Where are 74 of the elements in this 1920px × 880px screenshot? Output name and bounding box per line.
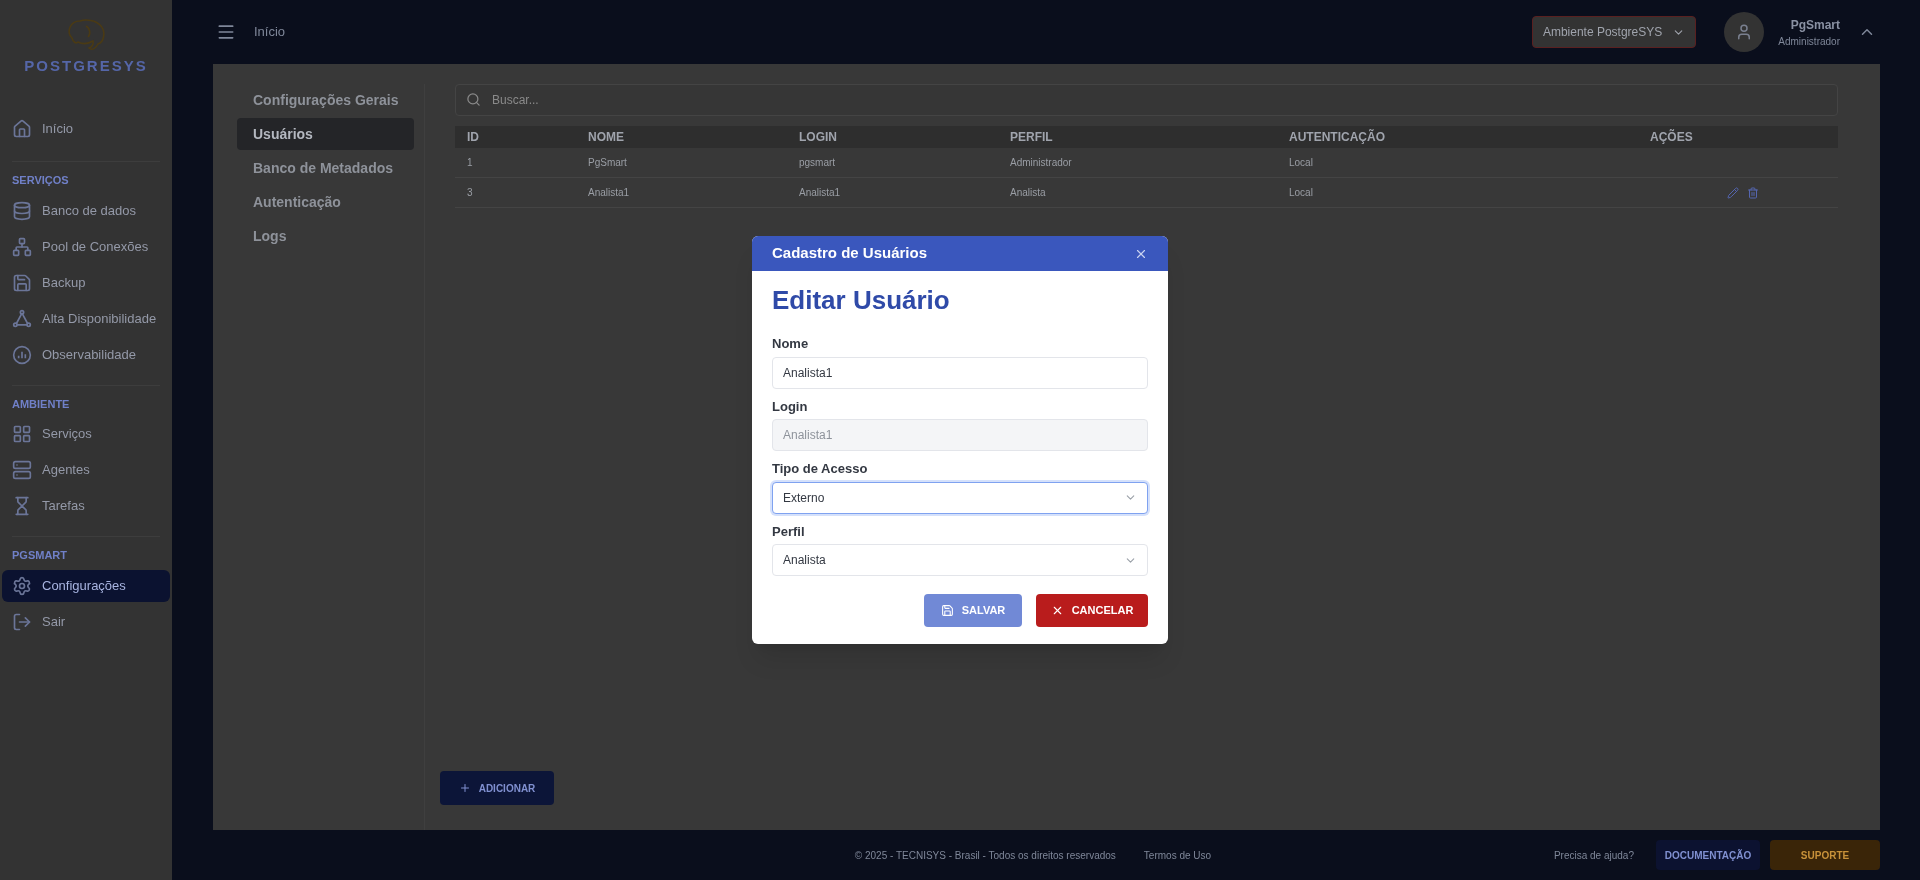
sidebar-item[interactable]: Observabilidade — [2, 338, 170, 371]
table-cell-text: 1 — [467, 156, 474, 170]
settings-tab[interactable]: Logs — [237, 220, 414, 252]
menu-icon[interactable] — [216, 22, 236, 42]
field-label: Perfil — [772, 522, 806, 541]
field-label: Login — [772, 397, 809, 416]
dialog-header-title: Cadastro de Usuários — [772, 243, 928, 264]
copyright-text: © 2025 - TECNISYS - Brasil - Todos os direitos reservados — [854, 848, 1116, 863]
user-name: PgSmart — [1790, 16, 1840, 34]
column-header: AÇÕES — [1650, 128, 1694, 146]
cancel-button[interactable]: CANCELAR — [1036, 594, 1148, 627]
column-header: LOGIN — [799, 129, 838, 146]
table-cell-text: 3 — [467, 186, 474, 200]
sidebar-item[interactable]: Alta Disponibilidade — [2, 302, 170, 335]
select-field[interactable]: Externo — [772, 481, 1148, 514]
terms-link[interactable]: Termos de Uso — [1143, 847, 1212, 863]
help-text: Precisa de ajuda? — [1553, 848, 1634, 863]
network-icon — [12, 236, 32, 257]
home-icon — [12, 119, 32, 139]
table-cell-text: Analista1 — [799, 186, 842, 200]
settings-tab[interactable]: Configurações Gerais — [237, 84, 414, 116]
edit-icon[interactable] — [1727, 186, 1739, 199]
plus-icon — [458, 782, 471, 794]
section-heading: PGSMART — [12, 548, 68, 563]
sidebar-item[interactable]: Pool de Conexões — [2, 230, 170, 263]
table-cell-text: Local — [1289, 186, 1314, 200]
hourglass-icon — [12, 496, 32, 516]
section-heading: AMBIENTE — [12, 396, 71, 412]
column-header: ID — [467, 129, 480, 146]
search-field[interactable]: Buscar... — [455, 84, 1838, 116]
support-button[interactable]: SUPORTE — [1770, 840, 1880, 870]
section-heading: SERVIÇOS — [12, 173, 70, 188]
field-label: Nome — [772, 335, 810, 353]
sidebar-item[interactable]: Serviços — [2, 418, 170, 450]
column-header: AUTENTICAÇÃO — [1289, 128, 1386, 146]
sidebar-item[interactable]: Banco de dados — [2, 194, 170, 227]
table-cell-text: Administrador — [1010, 156, 1073, 170]
table-cell-text: Analista1 — [588, 186, 631, 200]
bar-chart-icon — [12, 344, 32, 365]
triangle-nodes-icon — [12, 308, 32, 329]
table-cell-text: PgSmart — [588, 156, 628, 170]
table-cell-text: pgsmart — [799, 156, 837, 170]
settings-tab[interactable]: Usuários — [237, 118, 414, 150]
logo-text: POSTGRESYS — [24, 58, 148, 73]
grid-icon — [12, 424, 32, 444]
column-header: NOME — [588, 129, 625, 146]
add-button[interactable]: ADICIONAR — [440, 771, 554, 805]
dialog-title: Editar Usuário — [772, 284, 951, 317]
save-button[interactable]: SALVAR — [924, 594, 1022, 627]
sidebar-item[interactable]: Sair — [2, 605, 170, 638]
environment-select[interactable]: Ambiente PostgreSYS — [1531, 16, 1697, 48]
user-role: Administrador — [1778, 34, 1840, 49]
documentation-button[interactable]: DOCUMENTAÇÃO — [1656, 840, 1760, 870]
field-label: Tipo de Acesso — [772, 460, 869, 478]
breadcrumb: Início — [254, 23, 286, 42]
select-field[interactable]: Analista — [772, 544, 1148, 576]
sidebar-item[interactable]: Backup — [2, 266, 170, 299]
settings-icon — [12, 575, 32, 596]
settings-tab[interactable]: Banco de Metadados — [237, 152, 414, 184]
avatar[interactable] — [1724, 12, 1765, 52]
column-header: PERFIL — [1010, 129, 1054, 146]
logout-icon — [12, 611, 32, 632]
sidebar-item[interactable]: Tarefas — [2, 490, 170, 522]
delete-icon[interactable] — [1747, 186, 1759, 199]
settings-tab[interactable]: Autenticação — [237, 186, 414, 218]
table-cell-text: Analista — [1010, 186, 1047, 200]
database-icon — [12, 200, 32, 221]
sidebar-item[interactable]: Início — [2, 113, 170, 145]
input-field[interactable]: Analista1 — [772, 356, 1148, 389]
sidebar-item[interactable]: Agentes — [2, 454, 170, 486]
search-icon — [466, 92, 481, 107]
table-cell-text: Local — [1289, 156, 1314, 170]
sidebar-item[interactable]: Configurações — [2, 569, 170, 602]
server-icon — [12, 460, 32, 480]
